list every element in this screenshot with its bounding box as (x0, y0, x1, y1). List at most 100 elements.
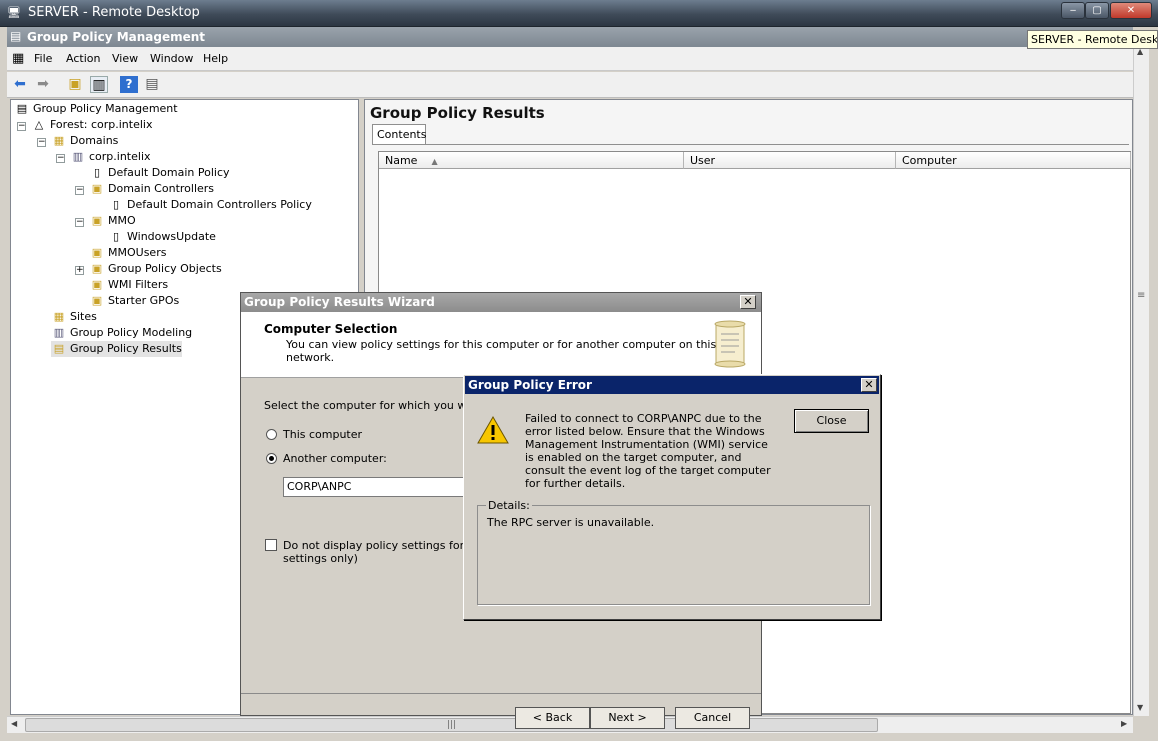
wizard-title-bar[interactable]: Group Policy Results Wizard ✕ (241, 293, 761, 312)
remote-desktop-title-bar[interactable]: 🖥 SERVER - Remote Desktop ‒ ▢ ✕ (0, 0, 1158, 27)
tab-contents[interactable]: Contents (372, 124, 426, 145)
tree-item-domain[interactable]: ▥ corp.intelix (70, 149, 151, 165)
tree-item-forest[interactable]: △ Forest: corp.intelix (31, 117, 153, 133)
hide-policy-checkbox[interactable] (265, 539, 277, 551)
column-header-user[interactable]: User (684, 152, 896, 169)
back-arrow-icon[interactable]: ⬅ (11, 76, 29, 93)
tree-item-modeling[interactable]: ▥ Group Policy Modeling (51, 325, 192, 341)
show-hide-tree-icon[interactable]: ▥ (90, 76, 108, 93)
tree-item-results[interactable]: ▤ Group Policy Results (51, 341, 182, 357)
column-header-computer[interactable]: Computer (896, 152, 1131, 169)
tree-label: Default Domain Controllers Policy (127, 198, 312, 211)
radio-another-label: Another computer: (283, 452, 387, 465)
filter-folder-icon: ▣ (91, 278, 103, 291)
tree-label: Domains (70, 134, 119, 147)
tab-divider (372, 144, 1129, 145)
gpm-icon: ▤ (16, 102, 28, 115)
gpo-link-icon: ▯ (112, 198, 120, 211)
menu-action[interactable]: Action (66, 52, 100, 65)
back-button[interactable]: < Back (515, 707, 590, 729)
wizard-heading: Computer Selection (264, 322, 398, 336)
ou-folder-icon: ▣ (91, 246, 103, 259)
tree-label: Domain Controllers (108, 182, 215, 195)
help-icon[interactable]: ? (120, 76, 138, 93)
tree-item-root[interactable]: ▤ Group Policy Management (14, 101, 178, 117)
tree-item-sites[interactable]: ▦ Sites (51, 309, 97, 325)
tree-label: Forest: corp.intelix (50, 118, 153, 131)
maximize-button[interactable]: ▢ (1085, 2, 1109, 19)
remote-close-button[interactable]: ✕ (1110, 2, 1152, 19)
system-menu-icon[interactable]: ▦ (12, 51, 24, 66)
warning-icon (477, 416, 509, 444)
folder-icon: ▣ (91, 262, 103, 275)
tree-label: Starter GPOs (108, 294, 180, 307)
tree-item-wmi-filters[interactable]: ▣ WMI Filters (89, 277, 168, 293)
domains-icon: ▦ (53, 134, 65, 147)
wizard-title: Group Policy Results Wizard (244, 295, 435, 309)
collapse-toggle[interactable]: − (56, 154, 65, 163)
menu-file[interactable]: File (34, 52, 52, 65)
remote-desktop-title: SERVER - Remote Desktop (28, 5, 200, 20)
collapse-toggle[interactable]: − (37, 138, 46, 147)
cancel-button[interactable]: Cancel (675, 707, 750, 729)
tree-label: Group Policy Results (70, 342, 182, 355)
details-group: Details: The RPC server is unavailable. (477, 499, 870, 605)
tree-label: MMO (108, 214, 136, 227)
minimize-button[interactable]: ‒ (1061, 2, 1085, 19)
tree-item-default-dc-policy[interactable]: ▯ Default Domain Controllers Policy (108, 197, 312, 213)
menu-view[interactable]: View (112, 52, 138, 65)
forest-icon: △ (34, 118, 44, 131)
scroll-left-icon[interactable]: ◀ (11, 719, 17, 728)
gpo-link-icon: ▯ (93, 166, 101, 179)
tree-item-domain-controllers[interactable]: ▣ Domain Controllers (89, 181, 214, 197)
column-header-name[interactable]: Name ▲ (379, 152, 684, 169)
tree-item-mmo[interactable]: ▣ MMO (89, 213, 136, 229)
tree-label: WMI Filters (108, 278, 169, 291)
tooltip: SERVER - Remote Desktop (1027, 30, 1158, 49)
tree-label: MMOUsers (108, 246, 167, 259)
tree-label: corp.intelix (89, 150, 151, 163)
collapse-toggle[interactable]: − (75, 186, 84, 195)
tree-item-default-domain-policy[interactable]: ▯ Default Domain Policy (89, 165, 230, 181)
scroll-right-icon[interactable]: ▶ (1121, 719, 1127, 728)
modeling-icon: ▥ (53, 326, 65, 339)
radio-this-computer[interactable] (266, 429, 277, 440)
wizard-subheading: You can view policy settings for this co… (286, 338, 717, 364)
collapse-toggle[interactable]: − (75, 218, 84, 227)
menu-help[interactable]: Help (203, 52, 228, 65)
wizard-close-icon[interactable]: ✕ (740, 295, 756, 309)
error-title-bar[interactable]: Group Policy Error ✕ (465, 376, 879, 394)
app-title: Group Policy Management (27, 30, 206, 44)
scroll-down-icon[interactable]: ▼ (1137, 703, 1143, 712)
radio-another-computer[interactable] (266, 453, 277, 464)
tree-item-windows-update[interactable]: ▯ WindowsUpdate (108, 229, 216, 245)
menu-bar: ▦ File Action View Window Help (7, 47, 1133, 71)
next-button[interactable]: Next > (590, 707, 665, 729)
collapse-toggle[interactable]: − (17, 122, 26, 131)
ou-folder-icon: ▣ (91, 214, 103, 227)
vertical-scrollbar[interactable]: ▲ ≡ ▼ (1133, 47, 1149, 716)
tree-item-starter-gpos[interactable]: ▣ Starter GPOs (89, 293, 179, 309)
tree-label: Group Policy Objects (108, 262, 222, 275)
checkbox-label-line2: settings only) (283, 552, 358, 565)
forward-arrow-icon[interactable]: ➡ (34, 76, 52, 93)
menu-window[interactable]: Window (150, 52, 193, 65)
tree-item-gpo[interactable]: ▣ Group Policy Objects (89, 261, 222, 277)
tree-label: Group Policy Management (33, 102, 178, 115)
up-folder-icon[interactable]: ▣ (66, 76, 84, 93)
tree-item-domains[interactable]: ▦ Domains (51, 133, 119, 149)
column-label: Name (385, 154, 418, 167)
scroll-thumb[interactable]: ||| (25, 718, 878, 732)
show-action-pane-icon[interactable]: ▤ (143, 76, 161, 93)
scroll-grip-icon[interactable]: ≡ (1137, 290, 1145, 301)
computer-name-input[interactable]: CORP\ANPC (283, 477, 468, 497)
remote-desktop-icon: 🖥 (7, 6, 21, 19)
close-button[interactable]: Close (794, 409, 869, 433)
expand-toggle[interactable]: + (75, 266, 84, 275)
tree-item-mmo-users[interactable]: ▣ MMOUsers (89, 245, 167, 261)
pane-title: Group Policy Results (370, 104, 545, 122)
error-close-icon[interactable]: ✕ (861, 378, 877, 392)
details-label: Details: (486, 499, 532, 512)
error-title: Group Policy Error (468, 378, 592, 392)
gpo-link-icon: ▯ (112, 230, 120, 243)
